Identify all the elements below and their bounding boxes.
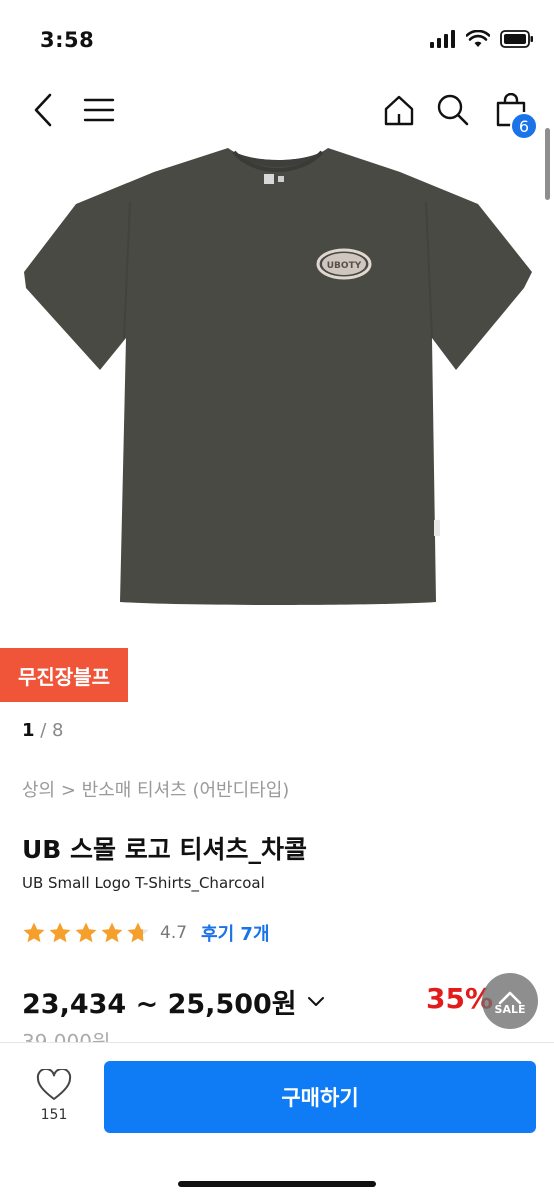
like-count: 151: [40, 1107, 68, 1123]
star-full-icon: [75, 922, 97, 943]
rating-row: 4.7 후기 7개: [22, 918, 270, 948]
chevron-down-icon: [307, 996, 324, 1006]
product-image[interactable]: UBOTY: [0, 142, 554, 642]
search-button[interactable]: [428, 82, 478, 138]
buy-button[interactable]: 구매하기: [104, 1061, 536, 1133]
image-counter-total: / 8: [40, 720, 64, 741]
price-range[interactable]: 23,434 ~ 25,500원: [22, 982, 325, 1021]
battery-icon: [500, 30, 533, 48]
top-nav: [0, 82, 554, 142]
shirt-logo-text: UBOTY: [327, 261, 362, 271]
image-counter-current: 1: [22, 720, 35, 741]
category-breadcrumb[interactable]: 상의 > 반소매 티셔츠 (어반디타입): [22, 776, 289, 802]
back-button[interactable]: [18, 82, 68, 138]
heart-icon: [36, 1069, 72, 1100]
rating-stars: [22, 921, 150, 945]
status-time: 3:58: [40, 28, 95, 52]
sale-label: SALE: [495, 1003, 526, 1016]
product-title: UB 스몰 로고 티셔츠_차콜: [22, 835, 307, 864]
image-counter: 1 / 8: [22, 720, 64, 741]
rating-value: 4.7: [160, 923, 188, 943]
search-icon: [437, 94, 469, 126]
signal-icon: [430, 30, 455, 48]
star-partial-icon: [127, 922, 149, 943]
wifi-icon: [466, 30, 490, 47]
status-bar: 3:58: [0, 0, 554, 80]
bottom-action-bar: 151 구매하기: [0, 1042, 554, 1200]
star-full-icon: [101, 922, 123, 943]
home-button[interactable]: [374, 82, 424, 138]
cart-count-badge[interactable]: 6: [510, 112, 538, 140]
review-count-link[interactable]: 후기 7개: [201, 920, 269, 946]
hamburger-icon: [83, 98, 115, 122]
charcoal-tshirt-image: UBOTY: [24, 148, 532, 605]
star-full-icon: [49, 922, 71, 943]
like-button[interactable]: 151: [24, 1069, 84, 1123]
home-icon: [384, 95, 414, 126]
price-range-text: 23,434 ~ 25,500원: [22, 989, 297, 1020]
star-full-icon: [23, 922, 45, 943]
menu-button[interactable]: [74, 82, 124, 138]
status-icons: [430, 30, 534, 48]
promo-badge: 무진장블프: [0, 648, 128, 702]
chevron-left-icon: [34, 93, 52, 127]
product-subtitle: UB Small Logo T-Shirts_Charcoal: [22, 874, 265, 892]
home-indicator: [178, 1181, 376, 1187]
scroll-top-button[interactable]: SALE: [482, 973, 538, 1029]
chevron-up-icon: SALE: [495, 991, 526, 1016]
